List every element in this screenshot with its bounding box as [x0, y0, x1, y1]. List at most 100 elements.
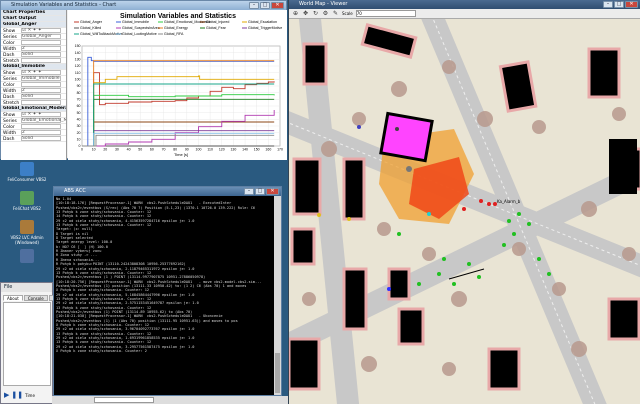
terminal-line: X Pohyb k zone stuhy/schovania. Counter:… — [56, 349, 147, 354]
x-tick-label: 20 — [103, 148, 107, 152]
y-tick-label: 20 — [77, 131, 81, 135]
app-icon — [20, 191, 34, 205]
prop-value[interactable]: 2 — [21, 46, 61, 51]
x-tick-label: 120 — [219, 148, 225, 152]
y-tick-label: 60 — [77, 104, 81, 108]
prop-value[interactable] — [21, 82, 61, 87]
prop-value[interactable] — [21, 40, 61, 45]
prop-value[interactable]: Global_Anger — [21, 34, 61, 39]
x-tick-label: 170 — [277, 148, 283, 152]
zoom-in-icon[interactable]: ⊕ — [292, 10, 299, 17]
prop-key: Dash — [3, 137, 15, 142]
speed-label: Time — [25, 392, 35, 398]
control-panel-title: File — [1, 283, 52, 292]
x-tick-label: 30 — [115, 148, 119, 152]
maximize-button[interactable]: □ — [260, 2, 270, 9]
x-tick-label: 110 — [207, 148, 213, 152]
legend-entry: Global_Anger — [80, 20, 103, 24]
move-icon[interactable]: ✥ — [302, 10, 309, 17]
y-tick-label: 10 — [77, 138, 81, 142]
pause-icon[interactable]: ❚❚ — [11, 391, 23, 399]
terminal-maximize-button[interactable]: □ — [255, 188, 265, 195]
world-maximize-button[interactable]: □ — [614, 1, 624, 8]
prop-value[interactable]: ☑ ✕ ✦ ✦ — [21, 112, 61, 117]
desktop-icon[interactable]: FeliChat VBS2 — [6, 191, 48, 211]
map-label: Ka_Alarm_b — [497, 199, 521, 204]
world-title: World Map - Viewer — [289, 0, 640, 9]
simulation-window: Simulation Variables and Statistics - Ch… — [0, 0, 287, 160]
y-tick-label: 120 — [75, 64, 81, 68]
y-tick-label: 110 — [75, 71, 81, 75]
control-panel-window: File About Console Ev ▶ ❚❚ Time — [0, 282, 62, 404]
refresh-icon[interactable]: ↻ — [312, 10, 319, 17]
x-tick-label: 150 — [254, 148, 260, 152]
close-button[interactable]: ✕ — [271, 2, 284, 9]
desktop-icons: FeliConsumer VBS2 FeliChat VBS2 VBS2 LVC A… — [0, 160, 53, 282]
y-tick-label: 40 — [77, 118, 81, 122]
legend-entry: Global_Energy — [164, 26, 188, 30]
legend-entry: Global_Escalation — [248, 20, 277, 24]
chart-properties-panel: Chart Properties Chart Output Global_Anger… — [1, 10, 67, 160]
legend-entry: Global_Immobile — [122, 20, 149, 24]
x-tick-label: 100 — [196, 148, 202, 152]
tab-console[interactable]: Console — [23, 295, 48, 301]
prop-value[interactable]: ☑ ✕ ✦ ✦ — [21, 28, 61, 33]
x-axis-label: Time [s] — [174, 152, 188, 157]
prop-value[interactable]: Global_Emotional_Mod — [21, 118, 66, 123]
desktop-icon[interactable]: VBS2 LVC Admin (Windowed) — [6, 220, 48, 245]
minimize-button[interactable]: – — [249, 2, 259, 9]
prop-value[interactable]: Solid — [21, 136, 61, 141]
chart-svg: Simulation Variables and StatisticsGloba… — [74, 13, 283, 157]
y-tick-label: 80 — [77, 91, 81, 95]
scale-label: Scale — [342, 11, 353, 16]
scale-input[interactable] — [355, 10, 416, 17]
world-minimize-button[interactable]: – — [603, 1, 613, 8]
prop-value[interactable]: 2 — [21, 130, 61, 135]
gear-icon[interactable]: ⚙ — [322, 10, 329, 17]
y-tick-label: 30 — [77, 124, 81, 128]
x-tick-label: 60 — [150, 148, 154, 152]
app-icon — [20, 220, 34, 234]
terminal-output: No 1.04 [10:18:18.176] [RequestProcessor-… — [56, 197, 273, 393]
terminal-minimize-button[interactable]: – — [244, 188, 254, 195]
desktop-icon-label: FeliConsumer VBS2 — [7, 177, 47, 182]
tool-icon[interactable]: ✎ — [332, 10, 339, 17]
play-icon[interactable]: ▶ — [4, 391, 9, 399]
legend-entry: Global_RFA — [164, 32, 184, 36]
prop-value[interactable]: ☑ ✕ ✦ ✦ — [21, 70, 61, 75]
prop-value[interactable]: Global_Immobile — [21, 76, 61, 81]
y-tick-label: 100 — [75, 78, 81, 82]
terminal-close-button[interactable]: ✕ — [266, 188, 279, 195]
x-tick-label: 0 — [81, 148, 83, 152]
prop-value[interactable]: 2 — [21, 88, 61, 93]
prop-value[interactable] — [21, 58, 61, 63]
desktop-icon[interactable]: FeliConsumer VBS2 — [6, 162, 48, 182]
world-close-button[interactable]: ✕ — [625, 1, 638, 8]
x-tick-label: 160 — [265, 148, 271, 152]
time-select[interactable] — [94, 397, 154, 403]
prop-value[interactable]: Solid — [21, 94, 61, 99]
prop-value[interactable] — [21, 100, 61, 105]
x-tick-label: 90 — [185, 148, 189, 152]
prop-value[interactable] — [21, 124, 61, 129]
desktop-icon[interactable] — [6, 249, 48, 264]
x-tick-label: 70 — [162, 148, 166, 152]
x-tick-label: 50 — [138, 148, 142, 152]
x-tick-label: 130 — [230, 148, 236, 152]
chart-title: Simulation Variables and Statistics — [120, 13, 236, 20]
x-tick-label: 40 — [127, 148, 131, 152]
desktop-icon-label: VBS2 LVC Admin (Windowed) — [10, 235, 44, 245]
desktop-icon-label: FeliChat VBS2 — [13, 206, 41, 211]
terminal-scrollbar[interactable] — [274, 196, 281, 395]
prop-row[interactable]: Dash Solid — [1, 136, 66, 142]
scroll-thumb[interactable] — [275, 353, 280, 393]
x-tick-label: 80 — [173, 148, 177, 152]
control-content — [3, 302, 51, 386]
map-canvas[interactable]: Ka_Alarm_b — [289, 19, 640, 404]
prop-value[interactable]: Solid — [21, 52, 61, 57]
x-tick-label: 10 — [92, 148, 96, 152]
terminal-window: ABS ACC – □ ✕ No 1.04 [10:18:18.176] [Reque… — [53, 186, 282, 396]
tab-about[interactable]: About — [3, 295, 23, 301]
world-toolbar: ⊕ ✥ ↻ ⚙ ✎ Scale — [289, 9, 640, 19]
app-icon — [20, 162, 34, 176]
